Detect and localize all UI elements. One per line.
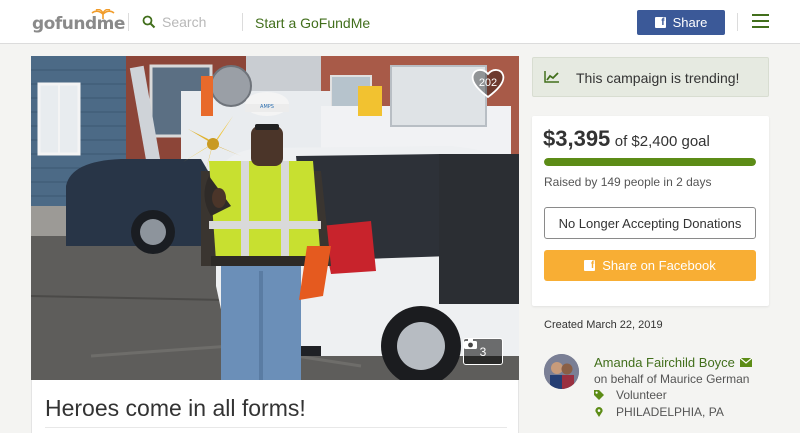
donation-card: $3,395 of $2,400 goal Raised by 149 peop… xyxy=(532,116,769,306)
search-icon xyxy=(142,15,156,29)
facebook-icon: f xyxy=(654,17,666,28)
map-pin-icon xyxy=(595,407,603,417)
share-on-facebook-label: Share on Facebook xyxy=(602,258,716,273)
heart-badge[interactable]: 202 xyxy=(470,66,506,100)
tag-label: Volunteer xyxy=(616,388,667,402)
trending-banner: This campaign is trending! xyxy=(532,57,769,97)
heart-count: 202 xyxy=(478,77,498,89)
raised-summary: $3,395 of $2,400 goal xyxy=(543,126,710,152)
goal-text: of $2,400 goal xyxy=(614,133,710,150)
beneficiary-text: on behalf of Maurice German xyxy=(594,372,750,386)
organizer-photo xyxy=(544,354,579,389)
nav-divider xyxy=(242,13,243,31)
camera-icon xyxy=(464,339,477,349)
organizer-avatar[interactable] xyxy=(544,354,579,389)
tag-icon xyxy=(594,390,604,400)
campaign-title-card: Heroes come in all forms! xyxy=(31,380,519,433)
campaign-location: PHILADELPHIA, PA xyxy=(594,405,724,419)
top-nav-bar: gofundme Search Start a GoFundMe f Share xyxy=(0,0,800,44)
campaign-tag[interactable]: Volunteer xyxy=(594,388,667,402)
location-label: PHILADELPHIA, PA xyxy=(616,405,724,419)
nav-divider xyxy=(128,13,129,31)
title-divider xyxy=(45,427,507,428)
organizer-name-link[interactable]: Amanda Fairchild Boyce xyxy=(594,355,752,370)
raised-by-text: Raised by 149 people in 2 days xyxy=(544,175,712,189)
start-a-gofundme-link[interactable]: Start a GoFundMe xyxy=(255,15,370,31)
share-button[interactable]: f Share xyxy=(637,10,725,35)
gofundme-logo[interactable]: gofundme xyxy=(32,9,125,35)
hamburger-menu-icon[interactable] xyxy=(752,14,769,28)
facebook-icon: f xyxy=(584,260,596,271)
campaign-title: Heroes come in all forms! xyxy=(45,395,306,421)
progress-bar-fill xyxy=(544,158,756,166)
organizer-name: Amanda Fairchild Boyce xyxy=(594,355,735,370)
no-longer-accepting-donations-button[interactable]: No Longer Accepting Donations xyxy=(544,207,756,239)
photo-gallery-button[interactable]: 3 xyxy=(463,338,503,365)
progress-bar xyxy=(544,158,756,166)
search-button[interactable]: Search xyxy=(142,12,206,32)
trending-chart-icon xyxy=(544,71,559,83)
mail-icon[interactable] xyxy=(739,358,752,367)
nav-divider xyxy=(737,13,738,31)
photo-count: 3 xyxy=(479,344,487,359)
hardhat-logo: AMPS xyxy=(260,104,274,110)
trending-text: This campaign is trending! xyxy=(576,70,740,86)
created-date: Created March 22, 2019 xyxy=(544,319,663,331)
share-button-label: Share xyxy=(672,15,708,30)
search-label: Search xyxy=(162,14,207,30)
raised-amount: $3,395 xyxy=(543,126,611,151)
share-on-facebook-button[interactable]: f Share on Facebook xyxy=(544,250,756,281)
campaign-photo[interactable]: AMPS 202 3 xyxy=(31,56,519,380)
logo-text: gofundme xyxy=(32,14,125,34)
campaign-photo-illustration: AMPS xyxy=(31,56,519,380)
